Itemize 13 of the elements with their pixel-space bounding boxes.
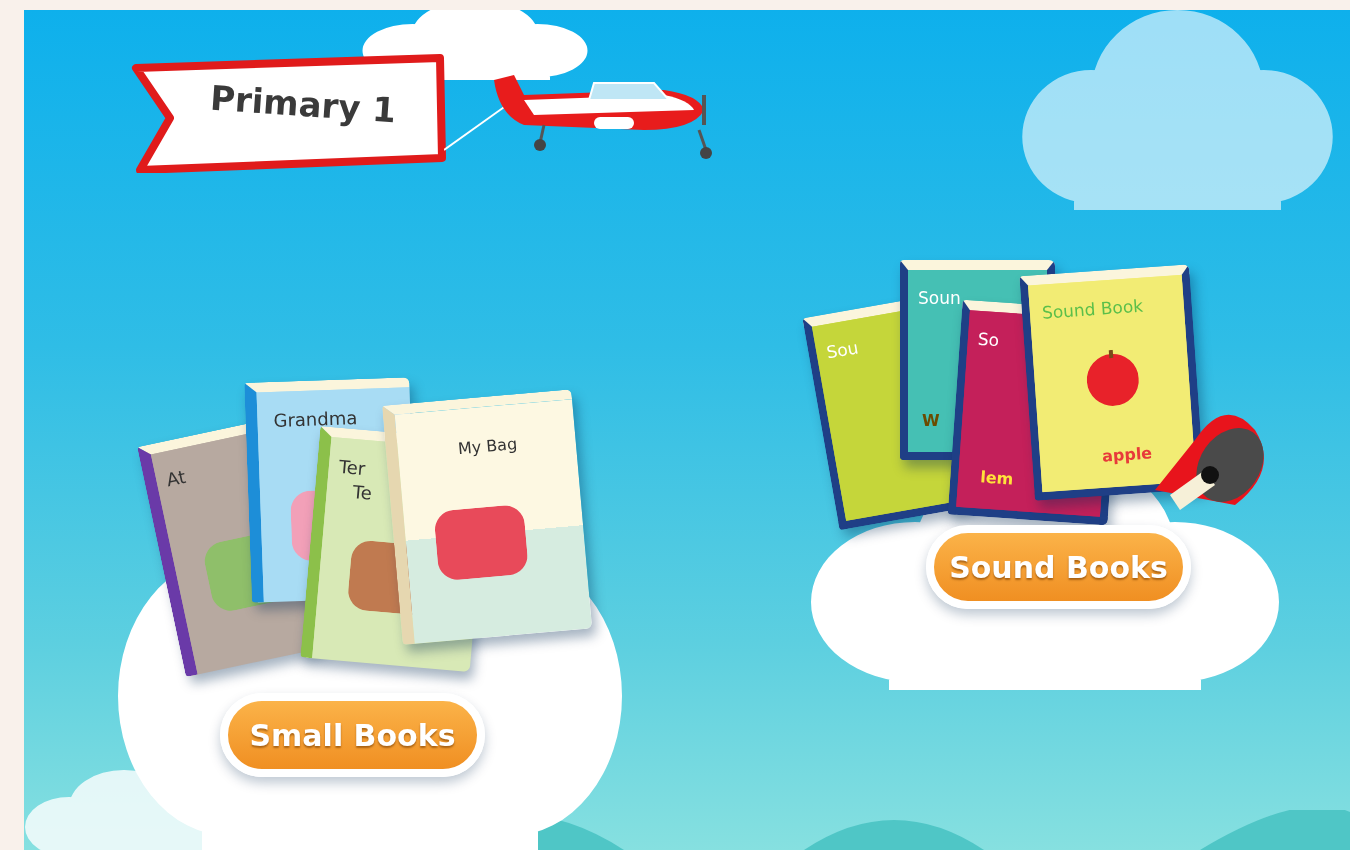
book-word: W [922, 411, 940, 430]
book-title: At [164, 465, 188, 491]
book-title: So [977, 328, 1000, 351]
book-title: Soun [918, 288, 961, 308]
book-title: My Bag [457, 434, 518, 459]
book-title: Grandma [273, 407, 358, 431]
book-word: lem [979, 467, 1014, 489]
book-word: apple [1101, 443, 1153, 466]
banner-title: Primary 1 [208, 77, 398, 131]
book-subtitle: Te [351, 481, 373, 504]
book-title: Ter [338, 455, 367, 480]
book-title: Sound Book [1041, 295, 1144, 323]
book-title: Sou [824, 337, 860, 363]
